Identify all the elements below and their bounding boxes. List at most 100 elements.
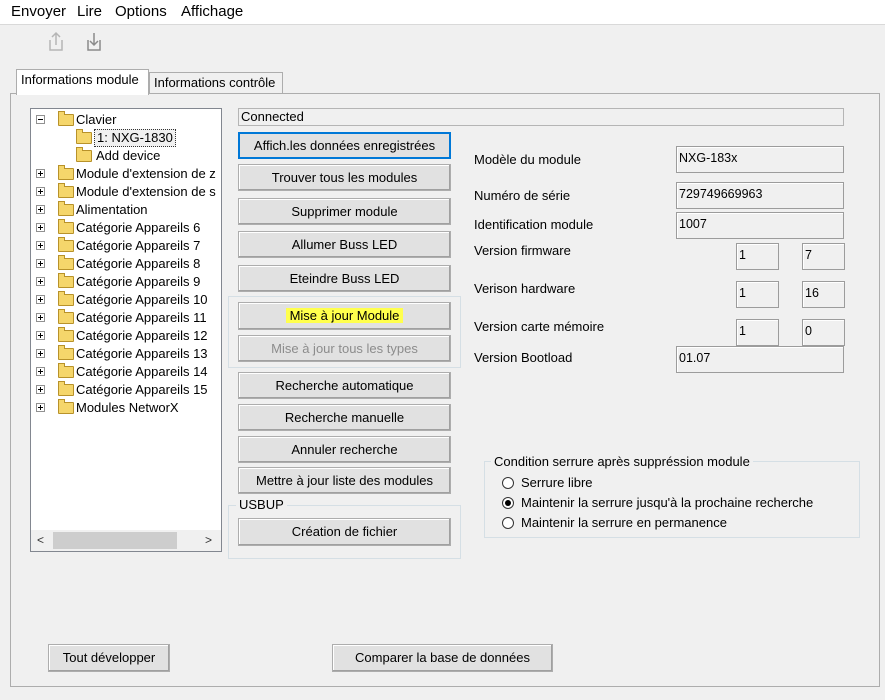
create-file-button[interactable]: Création de fichier: [238, 518, 451, 546]
tree-item-label: Catégorie Appareils 8: [76, 256, 201, 271]
menu-lire[interactable]: Lire: [77, 3, 102, 20]
ident-label: Identification module: [474, 217, 594, 232]
hardware-minor-field: 16: [802, 281, 845, 308]
folder-icon: [58, 381, 74, 396]
compare-database-button[interactable]: Comparer la base de données: [332, 644, 553, 672]
buss-led-off-button[interactable]: Eteindre Buss LED: [238, 265, 451, 292]
expand-icon[interactable]: [36, 349, 45, 358]
folder-icon: [58, 291, 74, 306]
radio-serrure-libre[interactable]: Serrure libre: [502, 474, 802, 492]
expand-icon[interactable]: [36, 223, 45, 232]
tree-item-label: Add device: [96, 148, 161, 163]
expand-icon[interactable]: [36, 403, 45, 412]
model-label: Modèle du module: [474, 152, 581, 167]
tree-item-label: Clavier: [76, 112, 117, 127]
serial-field: 729749669963: [676, 182, 844, 209]
firmware-label: Version firmware: [474, 243, 571, 258]
expand-icon[interactable]: [36, 313, 45, 322]
ident-field: 1007: [676, 212, 844, 239]
expand-icon[interactable]: [36, 367, 45, 376]
buss-led-on-button[interactable]: Allumer Buss LED: [238, 231, 451, 258]
update-module-button[interactable]: Mise à jour Module: [238, 302, 451, 330]
folder-icon: [58, 237, 74, 252]
radio-button[interactable]: [502, 477, 514, 489]
firmware-minor-field: 7: [802, 243, 845, 270]
expand-icon[interactable]: [36, 259, 45, 268]
radio-maintenir-prochaine-recherche[interactable]: Maintenir la serrure jusqu'à la prochain…: [502, 494, 842, 512]
manual-search-button[interactable]: Recherche manuelle: [238, 404, 451, 431]
memory-card-minor-field: 0: [802, 319, 845, 346]
module-tree[interactable]: Clavier 1: NXG-1830 Add device Module d'…: [30, 108, 222, 552]
tree-item-label: Alimentation: [76, 202, 148, 217]
expand-icon[interactable]: [36, 187, 45, 196]
cancel-search-button[interactable]: Annuler recherche: [238, 436, 451, 463]
tab-informations-controle[interactable]: Informations contrôle: [149, 72, 283, 94]
expand-icon[interactable]: [36, 205, 45, 214]
collapse-icon[interactable]: [36, 115, 45, 124]
tree-item-label: Catégorie Appareils 13: [76, 346, 208, 361]
tree-horizontal-scrollbar[interactable]: < >: [31, 530, 221, 551]
model-field: NXG-183x: [676, 146, 844, 173]
scroll-thumb[interactable]: [53, 532, 177, 549]
firmware-major-field: 1: [736, 243, 779, 270]
radio-button[interactable]: [502, 497, 514, 509]
tree-item-label: Module d'extension de z: [76, 166, 216, 181]
delete-module-button[interactable]: Supprimer module: [238, 198, 451, 225]
usbup-title: USBUP: [236, 497, 287, 513]
folder-icon: [58, 273, 74, 288]
menu-affichage[interactable]: Affichage: [181, 3, 243, 20]
radio-label: Maintenir la serrure en permanence: [521, 515, 727, 530]
tree-item-label: Catégorie Appareils 14: [76, 364, 208, 379]
folder-icon: [58, 255, 74, 270]
menu-bar: Envoyer Lire Options Affichage: [0, 0, 885, 25]
scroll-left-icon[interactable]: <: [37, 533, 44, 547]
menu-options[interactable]: Options: [115, 3, 167, 20]
folder-icon: [58, 345, 74, 360]
expand-all-button[interactable]: Tout développer: [48, 644, 170, 672]
folder-icon: [58, 363, 74, 378]
update-module-label: Mise à jour Module: [285, 308, 404, 323]
expand-icon[interactable]: [36, 331, 45, 340]
tree-item-label: Catégorie Appareils 15: [76, 382, 208, 397]
update-module-list-button[interactable]: Mettre à jour liste des modules: [238, 467, 451, 494]
update-all-types-button[interactable]: Mise à jour tous les types: [238, 335, 451, 362]
hardware-major-field: 1: [736, 281, 779, 308]
tree-item-label: Catégorie Appareils 7: [76, 238, 201, 253]
menu-envoyer[interactable]: Envoyer: [11, 3, 66, 20]
upload-icon[interactable]: [46, 30, 68, 52]
radio-label: Maintenir la serrure jusqu'à la prochain…: [521, 495, 814, 510]
expand-icon[interactable]: [36, 169, 45, 178]
tree-item-label: Catégorie Appareils 11: [76, 310, 207, 325]
folder-icon: [76, 147, 92, 162]
download-icon[interactable]: [84, 30, 106, 52]
memory-card-label: Version carte mémoire: [474, 319, 605, 334]
radio-label: Serrure libre: [521, 475, 593, 490]
memory-card-major-field: 1: [736, 319, 779, 346]
expand-icon[interactable]: [36, 241, 45, 250]
tree-item-label: Catégorie Appareils 12: [76, 328, 208, 343]
radio-maintenir-permanence[interactable]: Maintenir la serrure en permanence: [502, 514, 802, 532]
tree-item-label: 1: NXG-1830: [94, 129, 176, 147]
hardware-label: Verison hardware: [474, 281, 576, 296]
folder-icon: [58, 309, 74, 324]
find-all-modules-button[interactable]: Trouver tous les modules: [238, 164, 451, 191]
show-saved-data-button[interactable]: Affich.les données enregistrées: [238, 132, 451, 159]
folder-icon: [58, 183, 74, 198]
tree-item-label: Catégorie Appareils 9: [76, 274, 201, 289]
bootload-field: 01.07: [676, 346, 844, 373]
folder-icon: [58, 111, 74, 126]
expand-icon[interactable]: [36, 385, 45, 394]
folder-icon: [58, 219, 74, 234]
expand-icon[interactable]: [36, 277, 45, 286]
auto-search-button[interactable]: Recherche automatique: [238, 372, 451, 399]
scroll-right-icon[interactable]: >: [205, 533, 212, 547]
bootload-label: Version Bootload: [474, 350, 573, 365]
expand-icon[interactable]: [36, 295, 45, 304]
folder-icon: [58, 201, 74, 216]
radio-button[interactable]: [502, 517, 514, 529]
toolbar: [0, 25, 885, 61]
tree-item-label: Catégorie Appareils 6: [76, 220, 201, 235]
serial-label: Numéro de série: [474, 188, 571, 203]
tab-informations-module[interactable]: Informations module: [16, 69, 149, 95]
folder-icon: [76, 129, 92, 144]
